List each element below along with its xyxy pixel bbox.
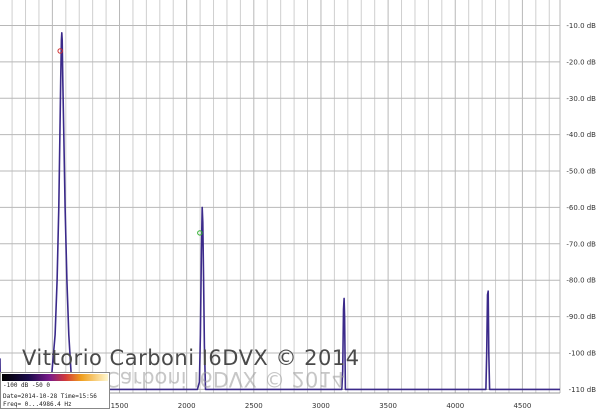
y-tick-label: -90.0 dB bbox=[566, 313, 596, 321]
spectrum-trace bbox=[0, 31, 560, 391]
color-scale-labels: -100 dB -50 0 bbox=[3, 382, 50, 389]
x-tick-label: 2500 bbox=[245, 402, 263, 410]
frequency-range-readout: Freq= 0...4986.4 Hz bbox=[3, 401, 72, 408]
x-tick-label: 4000 bbox=[446, 402, 464, 410]
x-tick-label: 3000 bbox=[312, 402, 330, 410]
x-tick-label: 4500 bbox=[513, 402, 531, 410]
y-tick-label: -40.0 dB bbox=[566, 131, 596, 139]
y-tick-label: -30.0 dB bbox=[566, 95, 596, 103]
y-tick-label: -50.0 dB bbox=[566, 168, 596, 176]
info-panel: -100 dB -50 0 Date=2014-10-28 Time=15:56… bbox=[0, 372, 110, 409]
y-tick-label: -110 dB bbox=[569, 386, 597, 394]
x-tick-label: 1500 bbox=[111, 402, 129, 410]
y-tick-label: -80.0 dB bbox=[566, 277, 596, 285]
date-time-readout: Date=2014-10-28 Time=15:56 bbox=[3, 393, 97, 400]
x-tick-label: 3500 bbox=[379, 402, 397, 410]
spectrum-analyzer-view: -10.0 dB -20.0 dB -30.0 dB -40.0 dB -50.0 dB… bbox=[0, 0, 600, 411]
y-tick-label: -20.0 dB bbox=[566, 58, 596, 66]
y-tick-label: -100 dB bbox=[569, 349, 597, 357]
y-tick-label: -60.0 dB bbox=[566, 204, 596, 212]
x-tick-label: 2000 bbox=[178, 402, 196, 410]
y-tick-label: -70.0 dB bbox=[566, 240, 596, 248]
watermark-text: Vittorio Carboni I6DVX © 2014 bbox=[22, 346, 360, 370]
y-tick-label: -10.0 dB bbox=[566, 22, 596, 30]
color-scale-bar bbox=[2, 374, 108, 381]
